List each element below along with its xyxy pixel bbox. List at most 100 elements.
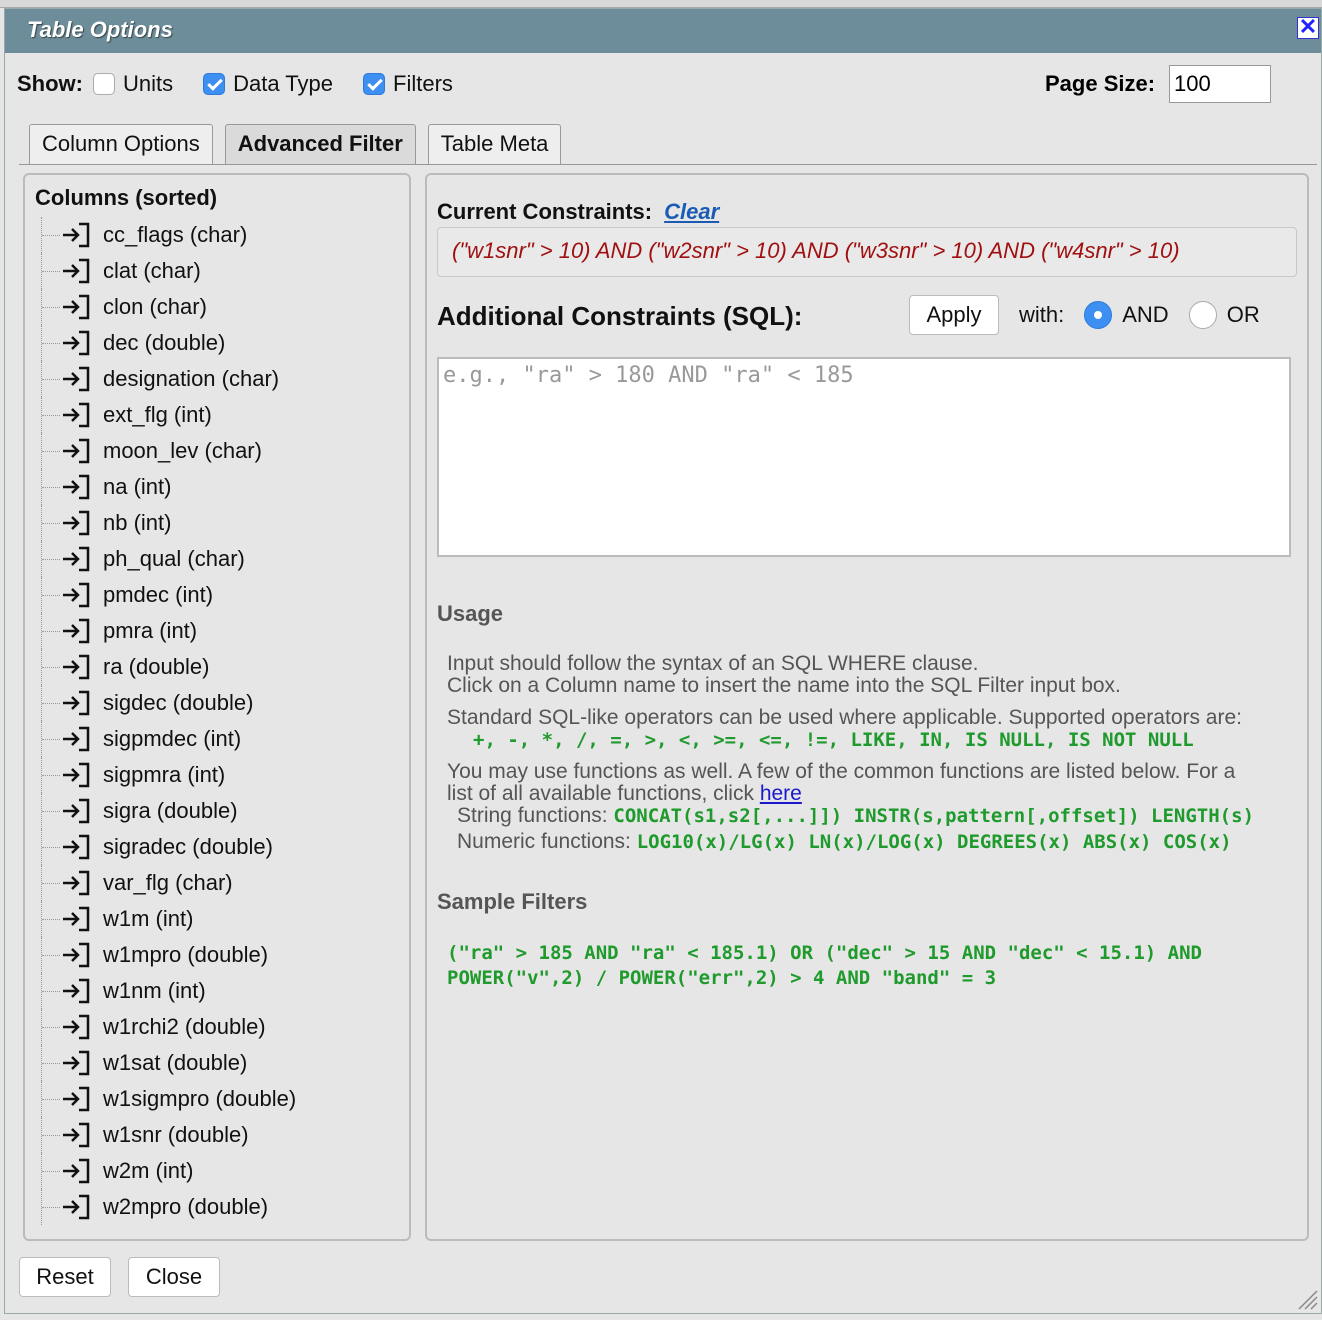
column-item[interactable]: clat (char) [25, 253, 409, 289]
column-item[interactable]: na (int) [25, 469, 409, 505]
column-name: sigdec (double) [103, 690, 254, 715]
data-type-label: Data Type [233, 71, 334, 96]
column-item[interactable]: w1sigmpro (double) [25, 1081, 409, 1117]
column-item[interactable]: ph_qual (char) [25, 541, 409, 577]
column-name: var_flg (char) [103, 870, 233, 895]
insert-column-icon [63, 762, 90, 788]
column-item[interactable]: nb (int) [25, 505, 409, 541]
insert-column-icon [63, 1122, 90, 1148]
column-item[interactable]: sigra (double) [25, 793, 409, 829]
reset-button[interactable]: Reset [19, 1257, 111, 1297]
column-item[interactable]: var_flg (char) [25, 865, 409, 901]
data-type-option[interactable]: Data Type [203, 71, 333, 97]
column-name: cc_flags (char) [103, 222, 248, 247]
column-name: sigpmdec (int) [103, 726, 242, 751]
insert-column-icon [63, 294, 90, 320]
insert-column-icon [63, 654, 90, 680]
column-name: ra (double) [103, 654, 210, 679]
column-item[interactable]: w1m (int) [25, 901, 409, 937]
tab-column-options[interactable]: Column Options [29, 124, 213, 164]
column-item[interactable]: w1nm (int) [25, 973, 409, 1009]
resize-handle-icon[interactable] [1295, 1287, 1319, 1311]
insert-column-icon [63, 798, 90, 824]
column-item[interactable]: sigradec (double) [25, 829, 409, 865]
and-label: AND [1122, 302, 1169, 327]
column-name: w1sigmpro (double) [103, 1086, 297, 1111]
column-item[interactable]: designation (char) [25, 361, 409, 397]
units-option[interactable]: Units [93, 71, 173, 97]
column-item[interactable]: w1sat (double) [25, 1045, 409, 1081]
insert-column-icon [63, 1158, 90, 1184]
tab-advanced-filter[interactable]: Advanced Filter [224, 124, 416, 165]
column-item[interactable]: moon_lev (char) [25, 433, 409, 469]
with-label: with: [1019, 302, 1065, 327]
insert-column-icon [63, 726, 90, 752]
column-item[interactable]: w2m (int) [25, 1153, 409, 1189]
sample-filters-heading: Sample Filters [437, 889, 588, 914]
columns-list[interactable]: cc_flags (char) clat (char) clon (char) dec… [25, 217, 409, 1225]
insert-column-icon [63, 258, 90, 284]
column-name: sigpmra (int) [103, 762, 226, 787]
column-item[interactable]: w1mpro (double) [25, 937, 409, 973]
column-name: moon_lev (char) [103, 438, 262, 463]
data-type-checkbox[interactable] [203, 73, 226, 95]
page-size-input[interactable] [1169, 65, 1272, 103]
column-item[interactable]: clon (char) [25, 289, 409, 325]
additional-constraints-label: Additional Constraints (SQL): [437, 301, 803, 331]
column-name: ph_qual (char) [103, 546, 245, 571]
column-item[interactable]: w1rchi2 (double) [25, 1009, 409, 1045]
numeric-functions-item: Numeric functions: LOG10(x)/LG(x) LN(x)/… [447, 831, 1297, 854]
column-name: w1snr (double) [103, 1122, 249, 1147]
close-icon[interactable]: ✕ [1297, 16, 1319, 39]
column-item[interactable]: sigpmdec (int) [25, 721, 409, 757]
usage-text: Input should follow the syntax of an SQL… [447, 653, 1297, 853]
column-item[interactable]: sigpmra (int) [25, 757, 409, 793]
units-checkbox[interactable] [93, 73, 115, 95]
insert-column-icon [63, 942, 90, 968]
column-item[interactable]: w1snr (double) [25, 1117, 409, 1153]
column-item[interactable]: ext_flg (int) [25, 397, 409, 433]
and-radio[interactable] [1084, 301, 1113, 329]
clear-link[interactable]: Clear [664, 199, 719, 225]
column-name: w1mpro (double) [103, 942, 269, 967]
close-button[interactable]: Close [128, 1257, 220, 1297]
dialog-titlebar[interactable]: Table Options ✕ [5, 9, 1321, 53]
current-constraints-row: Current Constraints: Clear [437, 199, 719, 225]
dialog-title: Table Options [27, 17, 173, 42]
insert-column-icon [63, 690, 90, 716]
insert-column-icon [63, 978, 90, 1004]
insert-column-icon [63, 1050, 90, 1076]
column-item[interactable]: cc_flags (char) [25, 217, 409, 253]
filters-option[interactable]: Filters [363, 71, 453, 97]
column-name: clat (char) [103, 258, 201, 283]
column-name: w1sat (double) [103, 1050, 248, 1075]
column-item[interactable]: dec (double) [25, 325, 409, 361]
column-name: sigra (double) [103, 798, 238, 823]
page-size: Page Size: [1045, 65, 1272, 103]
sample-filters: ("ra" > 185 AND "ra" < 185.1) OR ("dec" … [447, 941, 1297, 991]
advanced-filter-panel: Current Constraints: Clear ("w1snr" > 10… [425, 173, 1309, 1241]
usage-line-5-text: list of all available functions, click [447, 782, 760, 805]
apply-button[interactable]: Apply [909, 295, 999, 335]
column-name: w2mpro (double) [103, 1194, 269, 1219]
column-name: w1rchi2 (double) [103, 1014, 266, 1039]
page-size-label: Page Size: [1045, 71, 1156, 96]
column-name: designation (char) [103, 366, 280, 391]
sql-constraints-input[interactable] [437, 357, 1291, 557]
column-item[interactable]: pmdec (int) [25, 577, 409, 613]
tab-table-meta[interactable]: Table Meta [427, 124, 562, 164]
column-item[interactable]: ra (double) [25, 649, 409, 685]
insert-column-icon [63, 834, 90, 860]
usage-line-5: list of all available functions, click h… [447, 783, 1297, 805]
column-item[interactable]: w2mpro (double) [25, 1189, 409, 1225]
usage-line-1: Input should follow the syntax of an SQL… [447, 653, 979, 675]
functions-here-link[interactable]: here [760, 782, 802, 805]
insert-column-icon [63, 582, 90, 608]
or-radio[interactable] [1188, 301, 1217, 329]
columns-panel: Columns (sorted) cc_flags (char) clat (ch… [23, 173, 411, 1241]
column-name: w1nm (int) [103, 978, 206, 1003]
column-item[interactable]: sigdec (double) [25, 685, 409, 721]
filters-checkbox[interactable] [363, 73, 386, 95]
column-item[interactable]: pmra (int) [25, 613, 409, 649]
window-top-strip [0, 0, 1322, 8]
